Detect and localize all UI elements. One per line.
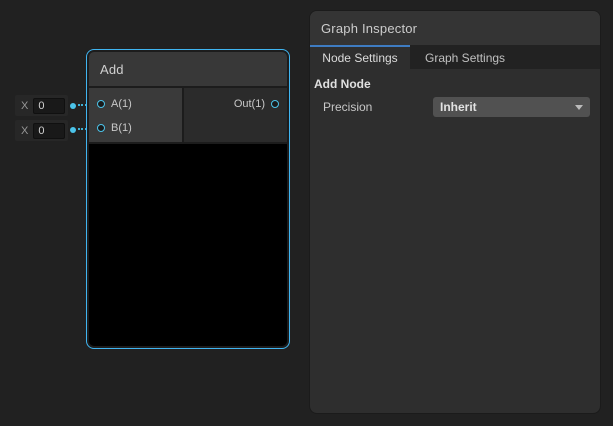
port-label: A(1)	[111, 98, 132, 110]
axis-label: X	[21, 100, 28, 112]
precision-dropdown[interactable]: Inherit	[433, 97, 590, 117]
panel-title-bar[interactable]: Graph Inspector	[310, 11, 600, 45]
edge-connector-dot[interactable]	[70, 103, 76, 109]
tab-label: Graph Settings	[425, 51, 505, 65]
tab-node-settings[interactable]: Node Settings	[310, 45, 410, 69]
edge-connector-dot[interactable]	[70, 127, 76, 133]
input-port-icon[interactable]	[97, 124, 105, 132]
panel-title: Graph Inspector	[321, 21, 417, 36]
node-preview-area	[89, 144, 287, 346]
port-row-a: A(1)	[89, 92, 182, 116]
output-port-icon[interactable]	[271, 100, 279, 108]
graph-inspector-panel: Graph Inspector Node Settings Graph Sett…	[309, 10, 601, 414]
precision-row: Precision Inherit	[310, 97, 600, 117]
node-title: Add	[100, 62, 124, 77]
input-default-widget-b: X 0	[15, 120, 68, 141]
section-title: Add Node	[314, 77, 600, 91]
inspector-tab-bar: Node Settings Graph Settings	[310, 45, 600, 69]
node-ports: A(1) B(1) Out(1)	[89, 88, 287, 142]
port-label: B(1)	[111, 122, 132, 134]
port-label: Out(1)	[234, 98, 265, 110]
chevron-down-icon	[575, 105, 583, 110]
node-title-bar[interactable]: Add	[89, 52, 287, 86]
dropdown-value: Inherit	[440, 100, 477, 114]
axis-label: X	[21, 125, 28, 137]
tab-label: Node Settings	[322, 51, 397, 65]
port-row-b: B(1)	[89, 116, 182, 140]
value-field-a[interactable]: 0	[33, 98, 65, 114]
port-row-out: Out(1)	[184, 92, 287, 116]
shader-node-add[interactable]: Add A(1) B(1) Out(1)	[86, 49, 290, 349]
input-port-icon[interactable]	[97, 100, 105, 108]
input-default-widget-a: X 0	[15, 95, 68, 116]
tab-graph-settings[interactable]: Graph Settings	[410, 45, 520, 69]
inspector-body: Add Node Precision Inherit	[310, 69, 600, 413]
input-ports: A(1) B(1)	[89, 88, 182, 142]
value-field-b[interactable]: 0	[33, 123, 65, 139]
precision-label: Precision	[323, 100, 433, 114]
output-ports: Out(1)	[184, 88, 287, 142]
